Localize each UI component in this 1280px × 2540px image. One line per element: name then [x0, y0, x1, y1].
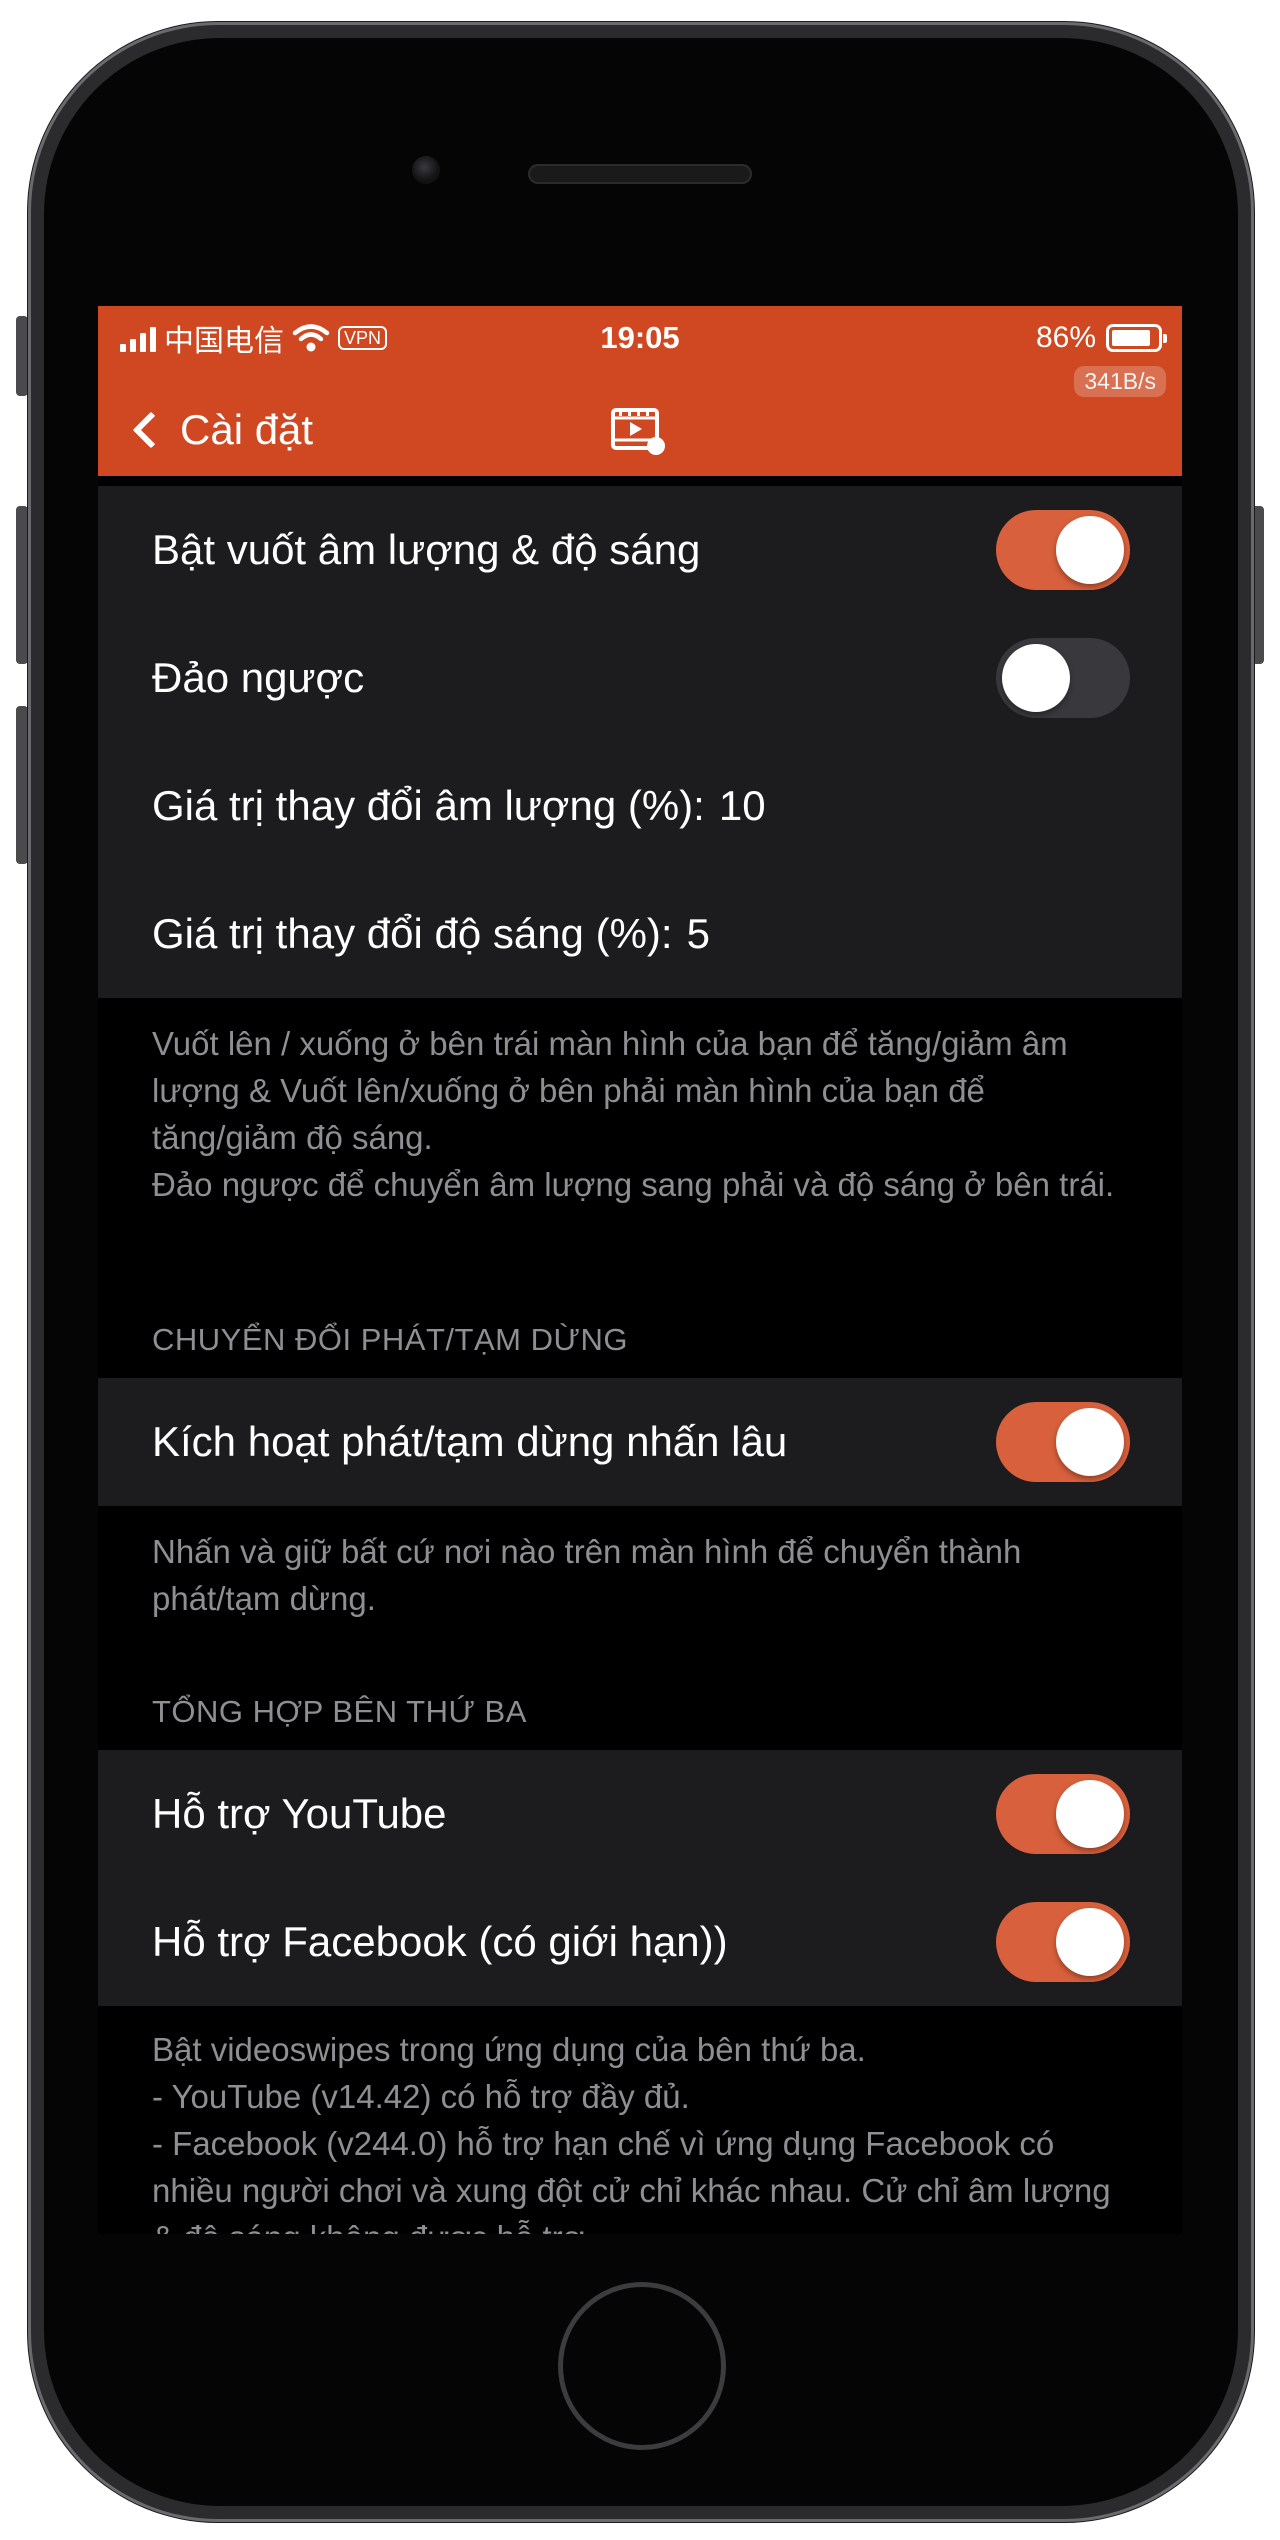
toggle-knob [1002, 644, 1070, 712]
volume-down-button [16, 706, 28, 864]
playpause-group: Kích hoạt phát/tạm dừng nhấn lâu [98, 1378, 1182, 1506]
battery-percent: 86% [1035, 321, 1096, 354]
swipe-settings-footer: Vuốt lên / xuống ở bên trái màn hình của… [152, 1020, 1132, 1208]
front-camera [412, 156, 440, 184]
long-press-toggle[interactable] [996, 1402, 1130, 1482]
back-button[interactable]: Cài đặt [128, 400, 313, 460]
playpause-footer-text: Nhấn và giữ bất cứ nơi nào trên màn hình… [152, 1533, 1022, 1617]
facebook-toggle[interactable] [996, 1902, 1130, 1982]
facebook-row: Hỗ trợ Facebook (có giới hạn)) [98, 1878, 1182, 2006]
enable-swipe-row: Bật vuốt âm lượng & độ sáng [98, 486, 1182, 614]
toggle-knob [1056, 516, 1124, 584]
volume-step-label: Giá trị thay đổi âm lượng (%): [152, 782, 705, 829]
invert-row: Đảo ngược [98, 614, 1182, 742]
swipe-footer-line-1: Vuốt lên / xuống ở bên trái màn hình của… [152, 1025, 1068, 1156]
third-party-footer: Bật videoswipes trong ứng dụng của bên t… [152, 2026, 1132, 2234]
screen: 中国电信 VPN 19:05 86% 341B/s Cài đặt Bật vu… [98, 306, 1182, 2234]
third-party-section-header: TỔNG HỢP BÊN THỨ BA [152, 1694, 527, 1729]
brightness-step-label: Giá trị thay đổi độ sáng (%): [152, 910, 673, 957]
navigation-bar: Cài đặt [98, 386, 1182, 474]
status-right: 86% [1035, 316, 1167, 360]
status-and-nav-bar: 中国电信 VPN 19:05 86% 341B/s Cài đặt [98, 306, 1182, 476]
swipe-settings-group: Bật vuốt âm lượng & độ sáng Đảo ngược Gi… [98, 486, 1182, 998]
third-party-footer-line-2: - YouTube (v14.42) có hỗ trợ đầy đủ. [152, 2078, 690, 2115]
volume-up-button [16, 506, 28, 664]
long-press-label: Kích hoạt phát/tạm dừng nhấn lâu [152, 1418, 788, 1465]
home-button[interactable] [558, 2282, 726, 2450]
third-party-footer-line-3: - Facebook (v244.0) hỗ trợ hạn chế vì ứn… [152, 2125, 1111, 2234]
enable-swipe-label: Bật vuốt âm lượng & độ sáng [152, 526, 701, 573]
battery-level-fill [1112, 330, 1150, 346]
facebook-label: Hỗ trợ Facebook (có giới hạn)) [152, 1918, 728, 1965]
third-party-group: Hỗ trợ YouTube Hỗ trợ Facebook (có giới … [98, 1750, 1182, 2006]
third-party-footer-line-1: Bật videoswipes trong ứng dụng của bên t… [152, 2031, 866, 2068]
playpause-footer: Nhấn và giữ bất cứ nơi nào trên màn hình… [152, 1528, 1132, 1622]
youtube-row: Hỗ trợ YouTube [98, 1750, 1182, 1878]
mute-switch [16, 316, 28, 396]
long-press-row: Kích hoạt phát/tạm dừng nhấn lâu [98, 1378, 1182, 1506]
enable-swipe-toggle[interactable] [996, 510, 1130, 590]
youtube-label: Hỗ trợ YouTube [152, 1790, 447, 1837]
invert-label: Đảo ngược [152, 654, 365, 701]
battery-icon [1106, 324, 1167, 352]
toggle-knob [1056, 1780, 1124, 1848]
toggle-knob [1056, 1408, 1124, 1476]
chevron-left-icon [132, 411, 170, 449]
volume-step-value: 10 [718, 782, 766, 829]
back-button-label: Cài đặt [180, 406, 314, 453]
volume-step-row[interactable]: Giá trị thay đổi âm lượng (%): 10 [98, 742, 1182, 870]
video-swipe-icon [611, 408, 665, 455]
youtube-toggle[interactable] [996, 1774, 1130, 1854]
playpause-section-header: CHUYỂN ĐỔI PHÁT/TẠM DỪNG [152, 1322, 628, 1357]
invert-toggle[interactable] [996, 638, 1130, 718]
status-time: 19:05 [600, 320, 680, 355]
swipe-footer-line-2: Đảo ngược để chuyển âm lượng sang phải v… [152, 1166, 1115, 1203]
brightness-step-row[interactable]: Giá trị thay đổi độ sáng (%): 5 [98, 870, 1182, 998]
toggle-knob [1056, 1908, 1124, 1976]
earpiece-speaker [528, 164, 752, 184]
brightness-step-value: 5 [686, 910, 710, 957]
